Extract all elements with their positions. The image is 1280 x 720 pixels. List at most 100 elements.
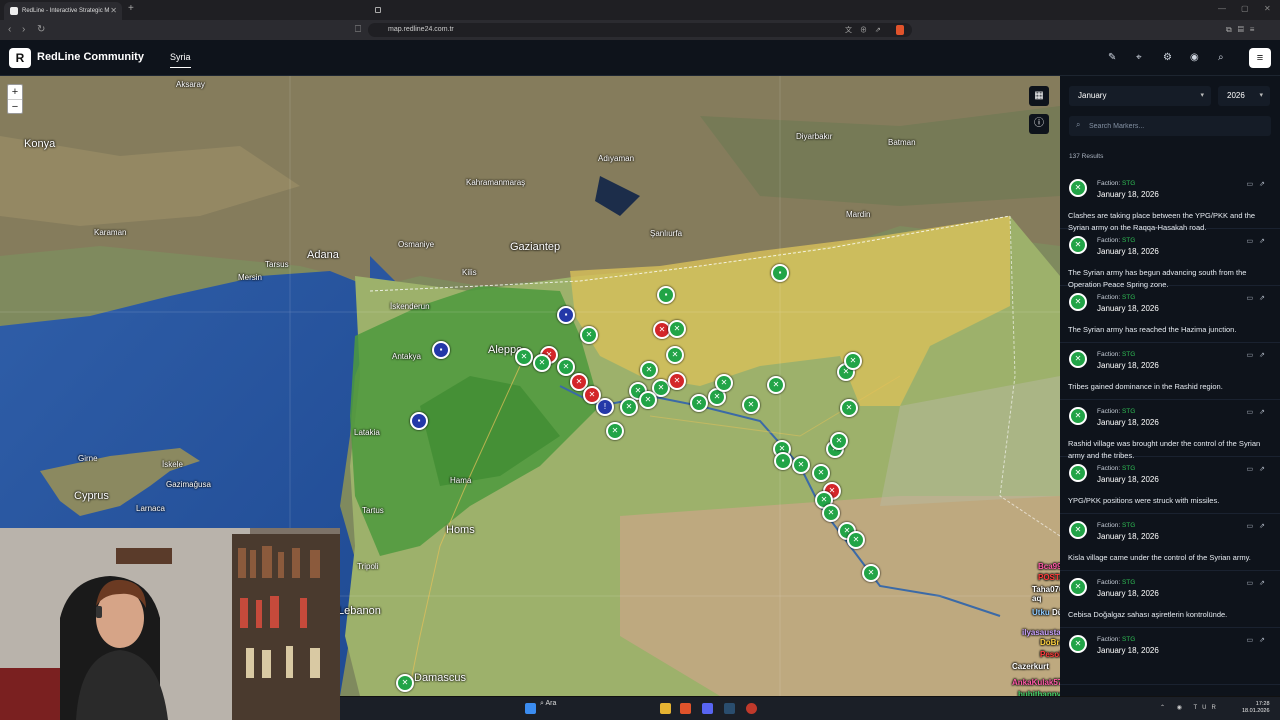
video-icon[interactable]: ▭ (1247, 466, 1260, 473)
feed-item[interactable]: ✕ Faction: STG January 18, 2026 Cebisa Doğa… (1060, 571, 1280, 628)
url-actions-icons[interactable]: 文⊕⇗ (845, 25, 889, 35)
menu-hamburger-icon[interactable]: ≡ (1249, 48, 1271, 68)
map-marker-strike[interactable]: ✕ (668, 372, 686, 390)
zoom-out-button[interactable]: − (8, 100, 22, 115)
map-marker-clash[interactable]: ✕ (668, 320, 686, 338)
video-icon[interactable]: ▭ (1247, 238, 1260, 245)
location-pin-icon[interactable]: ⌖ (1136, 52, 1142, 63)
browser-tab[interactable]: RedLine - Interactive Strategic M ✕ (4, 2, 122, 20)
map-marker-vehicle[interactable]: ▪ (657, 286, 675, 304)
external-link-icon[interactable]: ⇗ (1259, 637, 1271, 644)
info-icon[interactable]: ⓘ (1029, 114, 1049, 134)
feed-item[interactable]: ✕ Faction: STG January 18, 2026 YPG/PKK pos… (1060, 457, 1280, 514)
map-marker-clash[interactable]: ✕ (606, 422, 624, 440)
zoom-in-button[interactable]: + (8, 85, 22, 100)
external-link-icon[interactable]: ⇗ (1259, 523, 1271, 530)
back-icon[interactable]: ‹ (8, 24, 11, 35)
feed-item[interactable]: ✕ Faction: STG January 18, 2026 Kisla villa… (1060, 514, 1280, 571)
year-select[interactable]: 2026 ▾ (1218, 86, 1270, 106)
map-marker-clash[interactable]: ✕ (580, 326, 598, 344)
search-icon[interactable]: ⌕ (1218, 52, 1224, 63)
video-icon[interactable]: ▭ (1247, 409, 1260, 416)
discord-icon[interactable] (702, 703, 713, 714)
video-icon[interactable]: ▭ (1247, 637, 1260, 644)
redline-logo[interactable]: R (9, 48, 31, 68)
map-marker-clash[interactable]: ✕ (715, 374, 733, 392)
feed-item[interactable]: ✕ Faction: STG January 18, 2026 Rashid vill… (1060, 400, 1280, 460)
feed-item[interactable]: ✕ Faction: STG January 18, 2026 Clashes are… (1060, 172, 1280, 232)
map-marker-clash[interactable]: ✕ (396, 674, 414, 692)
feed-item[interactable]: ✕ Faction: STG January 18, 2026 Tribes gain… (1060, 343, 1280, 400)
feed-faction-label: Faction: (1097, 579, 1122, 586)
map-marker-clash[interactable]: ✕ (640, 361, 658, 379)
map-marker-clash[interactable]: ✕ (666, 346, 684, 364)
external-link-icon[interactable]: ⇗ (1259, 409, 1271, 416)
map-marker-clash[interactable]: ✕ (840, 399, 858, 417)
steam-icon[interactable] (724, 703, 735, 714)
external-link-icon[interactable]: ⇗ (1259, 181, 1271, 188)
external-link-icon[interactable]: ⇗ (1259, 580, 1271, 587)
site-info-icon[interactable] (375, 7, 381, 13)
map-marker-clash[interactable]: ✕ (792, 456, 810, 474)
obs-icon[interactable] (746, 703, 757, 714)
video-icon[interactable]: ▭ (1247, 295, 1260, 302)
month-select[interactable]: January ▾ (1069, 86, 1211, 106)
draw-icon[interactable]: ✎ (1108, 52, 1116, 63)
bookmark-icon[interactable]: ⎕ (355, 24, 361, 35)
marker-search-input[interactable] (1089, 116, 1259, 136)
system-clock[interactable]: 17:28 18.01.2026 (1242, 701, 1270, 715)
maximize-icon[interactable]: ▢ (1241, 4, 1249, 13)
video-icon[interactable]: ▭ (1247, 181, 1260, 188)
windows-start-icon[interactable] (525, 703, 536, 714)
map-marker-clash[interactable]: ✕ (847, 531, 865, 549)
nav-syria[interactable]: Syria (170, 52, 191, 68)
brave-browser-icon[interactable] (680, 703, 691, 714)
feed-item[interactable]: ✕ Faction: STG January 18, 2026 The Syrian … (1060, 229, 1280, 289)
external-link-icon[interactable]: ⇗ (1259, 295, 1271, 302)
map-marker-clash[interactable]: ✕ (620, 398, 638, 416)
map-marker-vehicle[interactable]: ▪ (774, 452, 792, 470)
map-marker-ship[interactable]: ▪ (410, 412, 428, 430)
map-marker-clash[interactable]: ✕ (515, 348, 533, 366)
new-tab-icon[interactable]: + (128, 3, 134, 14)
external-link-icon[interactable]: ⇗ (1259, 466, 1271, 473)
map-marker-clash[interactable]: ✕ (862, 564, 880, 582)
brave-shield-icon[interactable] (896, 25, 904, 35)
url-field[interactable]: map.redline24.com.tr (368, 23, 912, 37)
map-marker-clash[interactable]: ✕ (822, 504, 840, 522)
close-window-icon[interactable]: ✕ (1264, 4, 1271, 13)
map-marker-clash[interactable]: ✕ (742, 396, 760, 414)
system-tray-icons[interactable]: ⌃ ◉ TUR (1160, 704, 1221, 711)
feed-item[interactable]: ✕ Faction: STG January 18, 2026 ▭⇗ (1060, 628, 1280, 685)
map-marker-vehicle[interactable]: ▪ (557, 306, 575, 324)
external-link-icon[interactable]: ⇗ (1259, 352, 1271, 359)
map-marker-clash[interactable]: ✕ (830, 432, 848, 450)
taskbar-search[interactable]: ⌕ Ara (540, 700, 556, 708)
map-marker-clash[interactable]: ✕ (767, 376, 785, 394)
map-marker-clash[interactable]: ✕ (844, 352, 862, 370)
extensions-icons[interactable]: ⧉▤≡ (1226, 25, 1260, 35)
reload-icon[interactable]: ↻ (37, 24, 45, 35)
map-marker-clash[interactable]: ✕ (812, 464, 830, 482)
map-marker-vehicle[interactable]: ▪ (432, 341, 450, 359)
feed-faction-value: STG (1121, 237, 1136, 244)
video-icon[interactable]: ▭ (1247, 523, 1260, 530)
video-icon[interactable]: ▭ (1247, 580, 1260, 587)
map-label-tarsus: Tarsus (265, 260, 289, 269)
map-marker-vehicle[interactable]: ▪ (771, 264, 789, 282)
minimize-icon[interactable]: — (1218, 4, 1226, 13)
map-marker-clash[interactable]: ✕ (690, 394, 708, 412)
map-marker-clash[interactable]: ✕ (639, 391, 657, 409)
video-icon[interactable]: ▭ (1247, 352, 1260, 359)
external-link-icon[interactable]: ⇗ (1259, 238, 1271, 245)
map-marker-clash[interactable]: ✕ (557, 358, 575, 376)
layers-map-icon[interactable]: ▦ (1029, 86, 1049, 106)
settings-gear-icon[interactable]: ⚙ (1163, 52, 1172, 63)
camera-icon[interactable]: ◉ (1190, 52, 1199, 63)
file-explorer-icon[interactable] (660, 703, 671, 714)
close-tab-icon[interactable]: ✕ (110, 6, 117, 15)
feed-item[interactable]: ✕ Faction: STG January 18, 2026 The Syrian … (1060, 286, 1280, 343)
map-marker-clash[interactable]: ✕ (533, 354, 551, 372)
forward-icon[interactable]: › (22, 24, 25, 35)
map-marker-strike[interactable]: ✕ (583, 386, 601, 404)
